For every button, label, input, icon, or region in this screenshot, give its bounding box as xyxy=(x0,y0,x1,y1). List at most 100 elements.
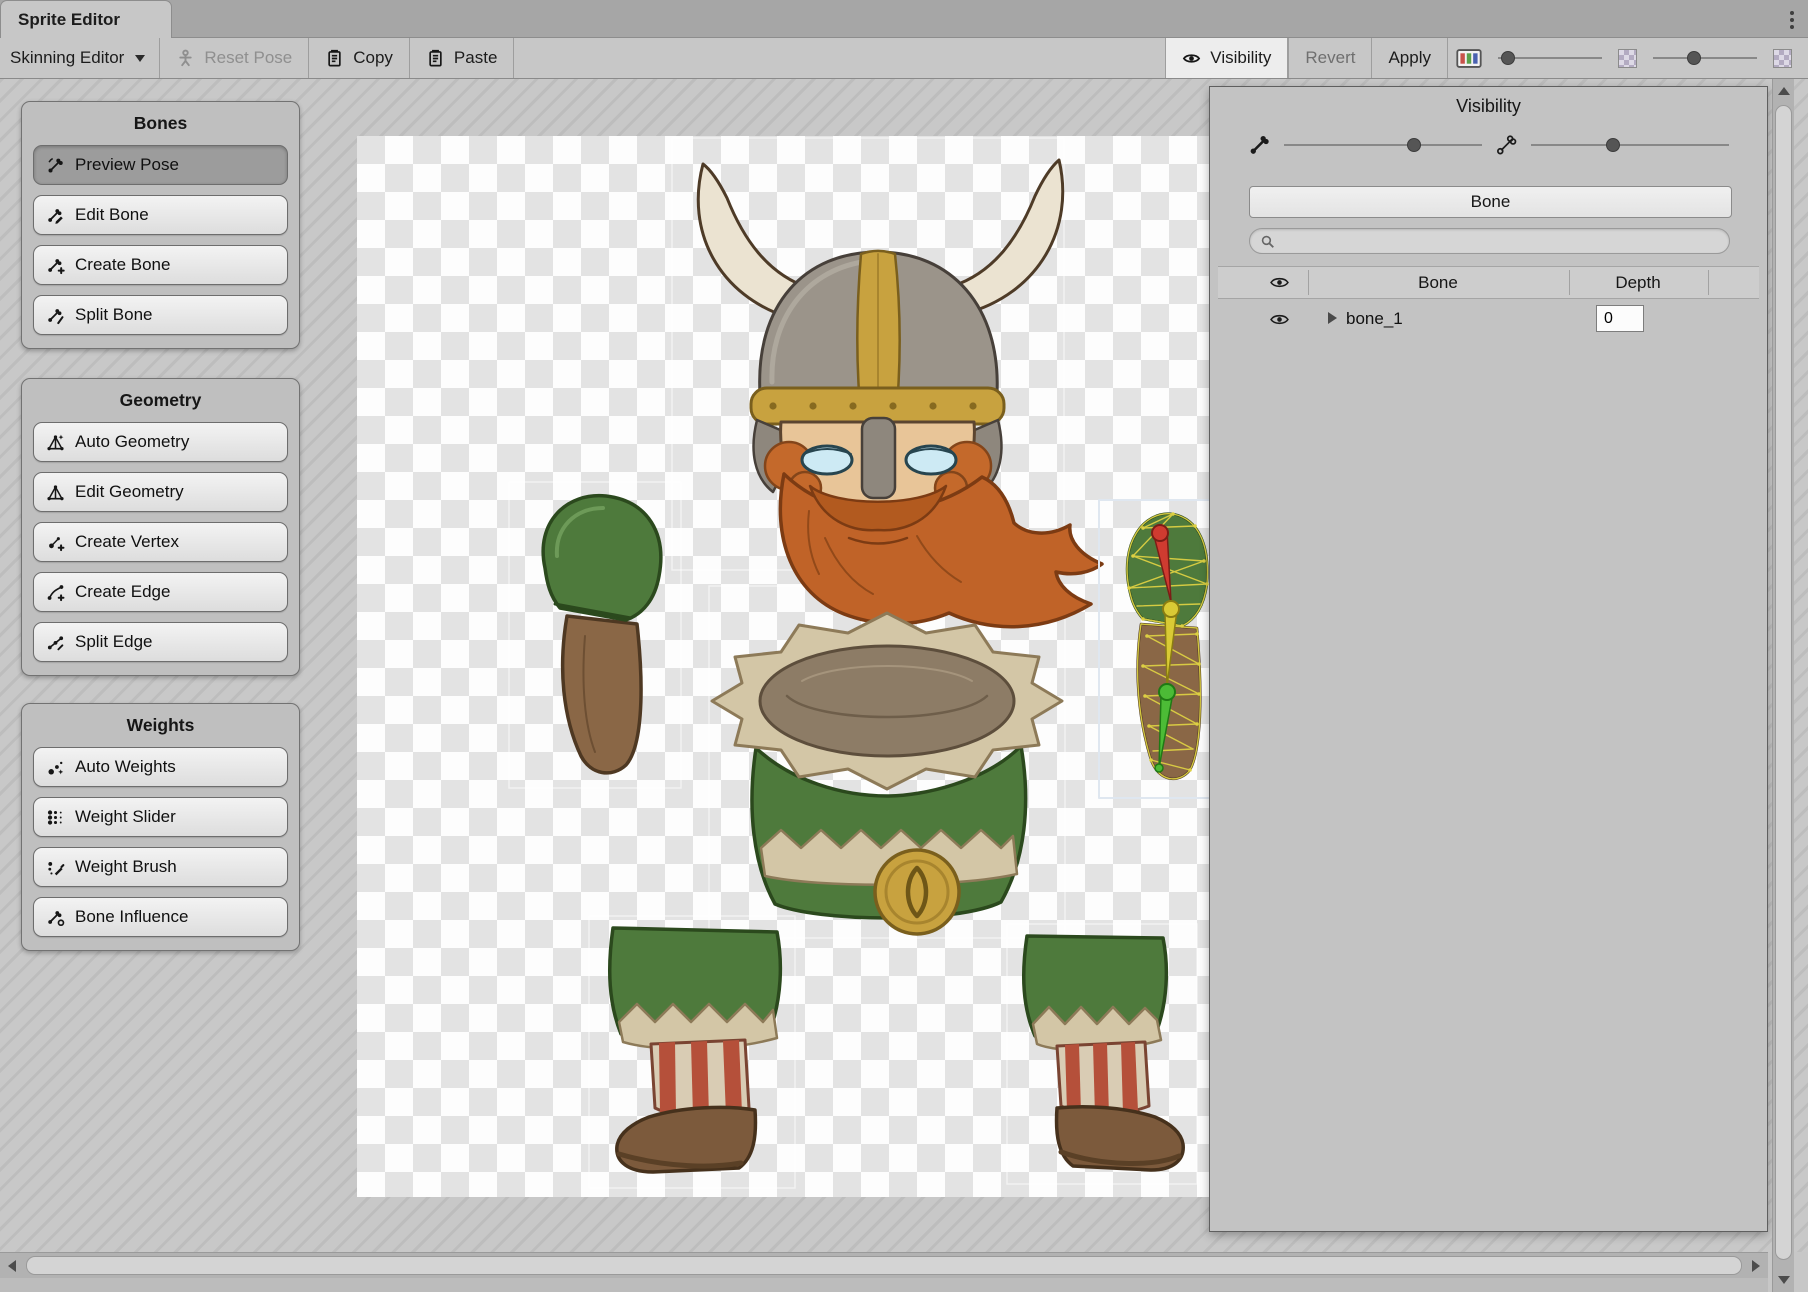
bone-influence-button[interactable]: Bone Influence xyxy=(33,897,288,937)
bone-influence-icon xyxy=(45,908,65,927)
bone-column-header: Bone xyxy=(1308,273,1568,293)
brush-hardness-slider[interactable] xyxy=(1653,48,1757,68)
editor-area: Bones Preview Pose Edit Bone Create Bone… xyxy=(0,79,1808,1252)
scroll-left-button[interactable] xyxy=(0,1253,24,1279)
sprite-sheet-icon[interactable] xyxy=(1448,38,1490,78)
visibility-label: Visibility xyxy=(1210,48,1271,68)
slider-knob[interactable] xyxy=(1501,51,1515,65)
arrow-right-icon xyxy=(1752,1260,1760,1272)
auto-weights-label: Auto Weights xyxy=(75,757,176,777)
mode-dropdown-label: Skinning Editor xyxy=(10,48,124,68)
viking-left-leg-sprite[interactable] xyxy=(610,928,781,1172)
horizontal-scrollbar[interactable] xyxy=(0,1252,1768,1278)
geometry-panel-title: Geometry xyxy=(33,390,288,411)
apply-button[interactable]: Apply xyxy=(1372,38,1447,78)
preview-pose-icon xyxy=(45,156,65,175)
visibility-toggle-button[interactable]: Visibility xyxy=(1165,38,1288,78)
weight-brush-icon xyxy=(45,858,65,877)
viking-torso-sprite[interactable] xyxy=(712,613,1062,934)
reset-pose-button[interactable]: Reset Pose xyxy=(160,38,308,78)
depth-input[interactable] xyxy=(1596,305,1644,332)
create-edge-button[interactable]: Create Edge xyxy=(33,572,288,612)
copy-label: Copy xyxy=(353,48,393,68)
create-vertex-button[interactable]: Create Vertex xyxy=(33,522,288,562)
search-field[interactable] xyxy=(1249,228,1730,254)
slider-knob[interactable] xyxy=(1407,138,1421,152)
arrow-down-icon xyxy=(1778,1276,1790,1284)
viking-arm-sprite[interactable] xyxy=(543,496,661,773)
scroll-up-button[interactable] xyxy=(1773,79,1795,103)
bone-opacity-slider[interactable] xyxy=(1284,135,1482,155)
visibility-panel-title: Visibility xyxy=(1210,96,1767,117)
weights-panel: Weights Auto Weights Weight Slider Weigh… xyxy=(21,703,300,951)
edit-bone-label: Edit Bone xyxy=(75,205,149,225)
create-bone-button[interactable]: Create Bone xyxy=(33,245,288,285)
brush-size-slider[interactable] xyxy=(1498,48,1602,68)
slider-knob[interactable] xyxy=(1687,51,1701,65)
viking-right-leg-sprite[interactable] xyxy=(1024,936,1183,1170)
vertical-scrollbar[interactable] xyxy=(1772,79,1794,1292)
expander-icon[interactable] xyxy=(1328,312,1337,324)
bone-outline-icon xyxy=(1495,133,1518,156)
sprite-editor-tab[interactable]: Sprite Editor xyxy=(0,0,172,38)
sprite-canvas[interactable] xyxy=(357,136,1209,1197)
paste-button[interactable]: Paste xyxy=(410,38,513,78)
preview-pose-button[interactable]: Preview Pose xyxy=(33,145,288,185)
edit-geometry-label: Edit Geometry xyxy=(75,482,184,502)
eye-icon xyxy=(1182,49,1201,68)
scroll-down-button[interactable] xyxy=(1773,1268,1795,1292)
edit-bone-icon xyxy=(45,206,65,225)
revert-button[interactable]: Revert xyxy=(1289,38,1371,78)
auto-weights-icon xyxy=(45,758,65,777)
edit-bone-button[interactable]: Edit Bone xyxy=(33,195,288,235)
weight-brush-button[interactable]: Weight Brush xyxy=(33,847,288,887)
weight-slider-button[interactable]: Weight Slider xyxy=(33,797,288,837)
reset-pose-icon xyxy=(176,49,195,68)
weight-brush-label: Weight Brush xyxy=(75,857,177,877)
bone-row[interactable]: bone_1 xyxy=(1218,302,1759,338)
auto-geometry-button[interactable]: Auto Geometry xyxy=(33,422,288,462)
sprite-editor-window: Sprite Editor Skinning Editor Reset Pose… xyxy=(0,0,1808,1292)
weight-slider-icon xyxy=(45,808,65,827)
mesh-opacity-slider[interactable] xyxy=(1531,135,1729,155)
copy-button[interactable]: Copy xyxy=(309,38,409,78)
auto-geometry-icon xyxy=(45,433,65,452)
split-edge-button[interactable]: Split Edge xyxy=(33,622,288,662)
weight-slider-label: Weight Slider xyxy=(75,807,176,827)
visibility-panel: Visibility Bone xyxy=(1209,86,1768,1232)
alpha-checker-swatch-icon[interactable] xyxy=(1618,49,1637,68)
bones-panel-title: Bones xyxy=(33,113,288,134)
chevron-down-icon xyxy=(135,55,145,62)
create-bone-icon xyxy=(45,256,65,275)
bone-solid-icon xyxy=(1248,133,1271,156)
toolbar: Skinning Editor Reset Pose Copy Paste xyxy=(0,38,1808,79)
create-vertex-label: Create Vertex xyxy=(75,532,179,552)
split-bone-button[interactable]: Split Bone xyxy=(33,295,288,335)
slider-track xyxy=(1284,144,1482,146)
search-input[interactable] xyxy=(1281,232,1719,251)
horizontal-scroll-thumb[interactable] xyxy=(26,1256,1742,1275)
edit-geometry-button[interactable]: Edit Geometry xyxy=(33,472,288,512)
tab-strip: Sprite Editor xyxy=(0,0,1808,38)
bone-visibility-eye-icon[interactable] xyxy=(1270,313,1289,326)
bone-table-header: Bone Depth xyxy=(1218,266,1759,299)
bone-tab-button[interactable]: Bone xyxy=(1249,186,1732,218)
create-edge-label: Create Edge xyxy=(75,582,170,602)
depth-column-header: Depth xyxy=(1569,273,1707,293)
auto-weights-button[interactable]: Auto Weights xyxy=(33,747,288,787)
viking-head-sprite[interactable] xyxy=(698,160,1102,627)
slider-knob[interactable] xyxy=(1606,138,1620,152)
toolbar-right-group: Visibility Revert Apply xyxy=(1165,38,1800,78)
bone-name: bone_1 xyxy=(1346,309,1403,329)
mode-dropdown[interactable]: Skinning Editor xyxy=(0,38,159,78)
split-edge-label: Split Edge xyxy=(75,632,153,652)
search-icon xyxy=(1260,234,1275,249)
visibility-column-eye-icon[interactable] xyxy=(1270,276,1289,289)
viking-mesh-arm-sprite[interactable] xyxy=(1099,500,1209,798)
weights-panel-title: Weights xyxy=(33,715,288,736)
slider-track xyxy=(1531,144,1729,146)
vertical-scroll-thumb[interactable] xyxy=(1775,105,1792,1260)
alpha-checker-swatch-icon[interactable] xyxy=(1773,49,1792,68)
scroll-right-button[interactable] xyxy=(1744,1253,1768,1279)
kebab-menu-icon[interactable] xyxy=(1786,9,1798,31)
